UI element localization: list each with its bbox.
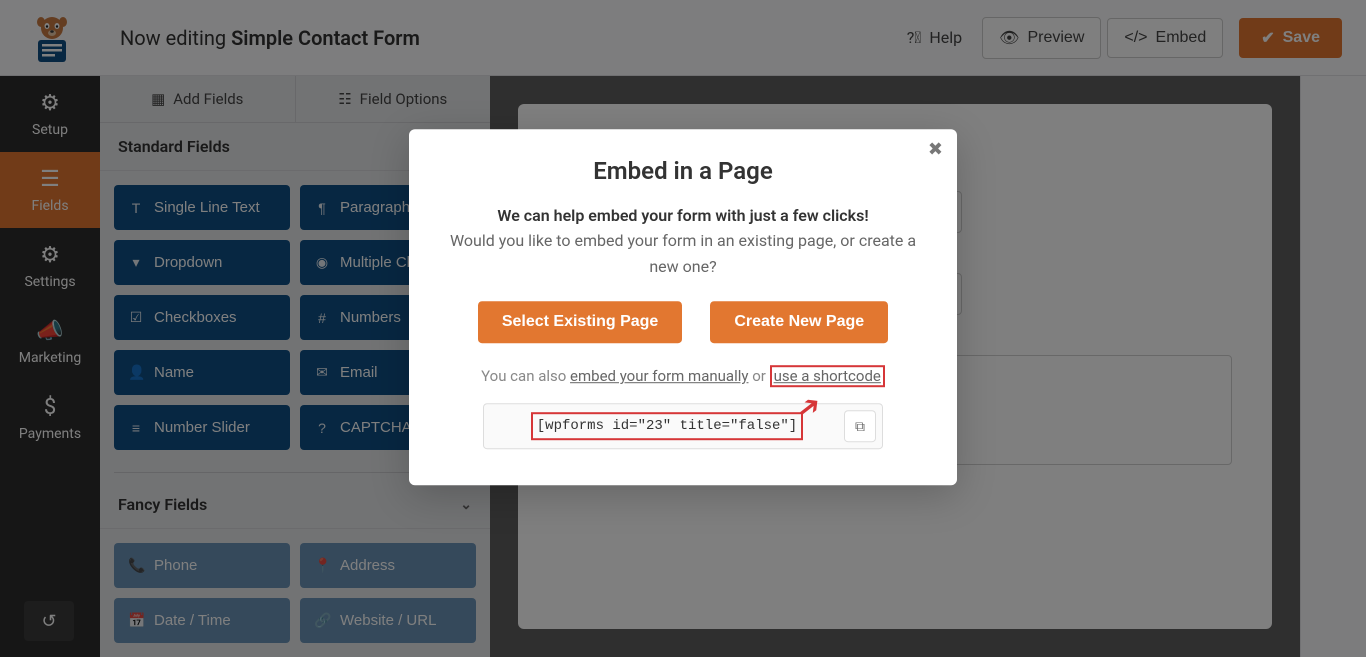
use-shortcode-link[interactable]: use a shortcode — [774, 367, 881, 385]
modal-buttons: Select Existing Page Create New Page — [449, 301, 917, 343]
embed-manually-link[interactable]: embed your form manually — [570, 367, 748, 385]
modal-close-button[interactable]: ✖ — [928, 139, 943, 160]
copy-shortcode-button[interactable]: ⧉ — [844, 410, 876, 442]
modal-help-text: You can also embed your form manually or… — [449, 365, 917, 387]
create-new-page-button[interactable]: Create New Page — [710, 301, 888, 343]
embed-modal: ✖ Embed in a Page We can help embed your… — [409, 129, 957, 486]
shortcode-text: [wpforms id="23" title="false"] — [490, 412, 844, 440]
help-prefix: You can also — [481, 367, 570, 385]
copy-icon: ⧉ — [855, 418, 865, 435]
modal-title: Embed in a Page — [449, 157, 917, 185]
shortcode-value[interactable]: [wpforms id="23" title="false"] — [531, 412, 803, 440]
help-or: or — [748, 367, 769, 385]
shortcode-box: ➔ [wpforms id="23" title="false"] ⧉ — [483, 403, 883, 449]
modal-lead: We can help embed your form with just a … — [449, 203, 917, 229]
select-existing-page-button[interactable]: Select Existing Page — [478, 301, 683, 343]
modal-sub: Would you like to embed your form in an … — [449, 228, 917, 279]
